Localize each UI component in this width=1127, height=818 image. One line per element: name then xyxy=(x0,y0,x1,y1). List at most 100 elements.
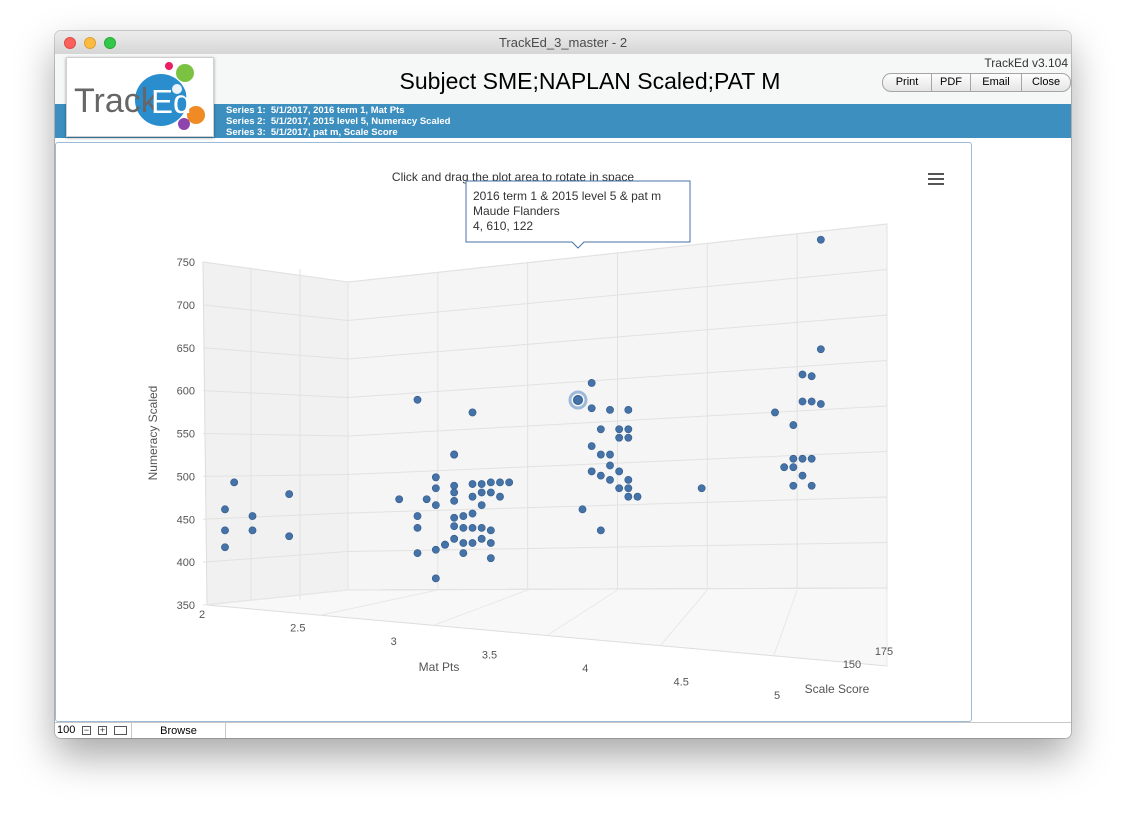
scatter-3d-chart[interactable]: 350 400 450 500 550 600 650 700 750 2 2.5 3 3.5 4 4.5 5… xyxy=(55,142,972,722)
data-point[interactable] xyxy=(798,370,807,379)
data-point[interactable] xyxy=(807,481,816,490)
data-point[interactable] xyxy=(221,505,229,514)
email-button[interactable]: Email xyxy=(971,74,1022,91)
zoom-out-icon[interactable]: − xyxy=(82,726,91,735)
data-point[interactable] xyxy=(441,540,449,549)
data-point[interactable] xyxy=(459,523,468,532)
data-point[interactable] xyxy=(606,461,614,470)
data-point[interactable] xyxy=(624,433,633,442)
data-point[interactable] xyxy=(496,478,504,487)
data-point[interactable] xyxy=(450,481,459,490)
data-point[interactable] xyxy=(413,549,422,558)
data-point[interactable] xyxy=(596,450,605,459)
data-point[interactable] xyxy=(221,526,229,535)
data-point[interactable] xyxy=(486,478,495,487)
data-point[interactable] xyxy=(606,475,614,484)
data-point[interactable] xyxy=(477,501,486,510)
data-point[interactable] xyxy=(450,534,459,543)
data-point[interactable] xyxy=(486,488,495,497)
hamburger-menu-icon[interactable] xyxy=(928,173,944,185)
data-point[interactable] xyxy=(624,425,633,434)
data-point[interactable] xyxy=(816,345,825,354)
data-point[interactable] xyxy=(450,522,459,531)
data-point[interactable] xyxy=(798,471,807,480)
data-point[interactable] xyxy=(285,532,294,541)
data-point[interactable] xyxy=(468,492,477,501)
data-point[interactable] xyxy=(505,478,514,487)
data-point[interactable] xyxy=(816,235,825,244)
data-point[interactable] xyxy=(596,526,605,535)
data-point[interactable] xyxy=(615,484,624,493)
data-point[interactable] xyxy=(221,543,229,552)
data-point[interactable] xyxy=(587,467,596,476)
data-point[interactable] xyxy=(459,539,468,547)
data-point[interactable] xyxy=(248,512,257,520)
data-point[interactable] xyxy=(486,539,495,547)
data-point[interactable] xyxy=(431,484,440,493)
data-point[interactable] xyxy=(413,512,422,520)
data-point[interactable] xyxy=(596,471,605,480)
zoom-in-icon[interactable]: + xyxy=(98,726,107,735)
data-point[interactable] xyxy=(477,480,486,488)
print-button[interactable]: Print xyxy=(883,74,932,91)
data-point[interactable] xyxy=(450,496,459,505)
data-point[interactable] xyxy=(807,454,816,463)
data-point[interactable] xyxy=(230,478,239,487)
data-point[interactable] xyxy=(780,463,789,472)
data-point[interactable] xyxy=(624,492,633,501)
data-point[interactable] xyxy=(587,404,596,413)
data-point[interactable] xyxy=(624,484,633,493)
data-point[interactable] xyxy=(789,463,798,472)
data-point[interactable] xyxy=(413,395,422,404)
data-point[interactable] xyxy=(450,450,459,459)
data-point[interactable] xyxy=(477,534,486,543)
data-point[interactable] xyxy=(486,554,495,563)
data-point[interactable] xyxy=(468,408,477,417)
data-point[interactable] xyxy=(413,523,422,532)
data-point[interactable] xyxy=(450,488,459,497)
data-point[interactable] xyxy=(615,467,624,476)
data-point[interactable] xyxy=(431,574,440,583)
data-point[interactable] xyxy=(248,526,257,535)
data-point[interactable] xyxy=(789,481,798,490)
data-point[interactable] xyxy=(789,421,798,429)
data-point[interactable] xyxy=(468,480,477,488)
data-point[interactable] xyxy=(606,450,614,459)
pdf-button[interactable]: PDF xyxy=(932,74,971,91)
data-point[interactable] xyxy=(578,505,587,514)
data-point[interactable] xyxy=(431,501,440,510)
data-point[interactable] xyxy=(468,539,477,547)
data-point[interactable] xyxy=(450,513,459,522)
data-point[interactable] xyxy=(807,397,816,406)
data-point[interactable] xyxy=(596,425,605,434)
data-point[interactable] xyxy=(697,484,706,493)
data-point[interactable] xyxy=(459,512,468,520)
data-point[interactable] xyxy=(798,454,807,463)
data-point[interactable] xyxy=(587,442,596,451)
data-point[interactable] xyxy=(624,406,633,414)
data-point[interactable] xyxy=(789,454,798,463)
data-point[interactable] xyxy=(477,523,486,532)
data-point[interactable] xyxy=(486,526,495,535)
data-point[interactable] xyxy=(633,492,642,501)
data-point[interactable] xyxy=(606,406,614,414)
data-point[interactable] xyxy=(477,488,486,497)
data-point[interactable] xyxy=(431,545,440,554)
data-point[interactable] xyxy=(431,473,440,482)
data-point[interactable] xyxy=(816,400,825,408)
data-point[interactable] xyxy=(615,433,624,442)
data-point[interactable] xyxy=(807,372,816,381)
data-point[interactable] xyxy=(615,425,624,434)
data-point[interactable] xyxy=(624,475,633,484)
data-point[interactable] xyxy=(285,490,294,499)
data-point[interactable] xyxy=(496,492,504,501)
data-point[interactable] xyxy=(798,397,807,406)
data-point[interactable] xyxy=(459,549,468,558)
highlighted-data-point[interactable] xyxy=(573,395,583,405)
close-button[interactable]: Close xyxy=(1022,74,1070,91)
data-point[interactable] xyxy=(771,408,779,417)
data-point[interactable] xyxy=(395,495,404,504)
mode-selector[interactable]: Browse xyxy=(131,723,226,738)
data-point[interactable] xyxy=(587,379,596,387)
data-point[interactable] xyxy=(468,509,477,518)
